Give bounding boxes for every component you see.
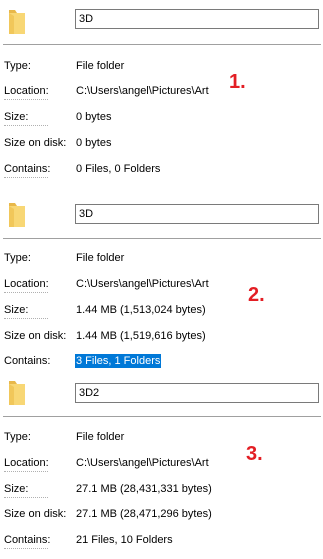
size-dotted-underline [4,125,48,126]
type-value[interactable]: File folder [76,430,124,444]
location-label: Location: [4,278,49,290]
contains-label: Contains: [4,163,51,175]
contains-label: Contains: [4,355,51,367]
location-dotted-underline [4,292,48,293]
contains-value[interactable]: 21 Files, 10 Folders [76,533,173,547]
size-value[interactable]: 0 bytes [76,110,111,124]
annotation-marker-1: 1. [229,71,246,93]
size-dotted-underline [4,497,48,498]
divider [3,416,321,417]
location-label: Location: [4,85,49,97]
type-label: Type: [4,431,31,443]
divider [3,44,321,45]
contains-dotted-underline [4,548,48,549]
size-label: Size: [4,111,29,123]
contains-value[interactable]: 0 Files, 0 Folders [76,162,160,176]
contains-dotted-underline [4,177,48,178]
properties-panel-3: 3D2 Type: File folder Location: C:\Users… [0,372,323,559]
divider [3,238,321,239]
folder-name-field[interactable]: 3D [75,9,319,29]
type-value[interactable]: File folder [76,251,124,265]
size-on-disk-label: Size on disk: [4,330,67,342]
type-label: Type: [4,252,31,264]
size-dotted-underline [4,318,48,319]
location-dotted-underline [4,99,48,100]
location-value[interactable]: C:\Users\angel\Pictures\Art [76,84,209,98]
folder-icon [8,200,26,228]
contains-value-selected[interactable]: 3 Files, 1 Folders [75,354,162,368]
location-label: Location: [4,457,49,469]
annotation-marker-2: 2. [248,284,265,306]
folder-name-field[interactable]: 3D2 [75,383,319,403]
location-dotted-underline [4,471,48,472]
folder-icon [8,378,26,406]
annotation-marker-3: 3. [246,443,263,465]
type-value[interactable]: File folder [76,59,124,73]
size-value[interactable]: 27.1 MB (28,431,331 bytes) [76,482,212,496]
location-value[interactable]: C:\Users\angel\Pictures\Art [76,456,209,470]
type-label: Type: [4,60,31,72]
folder-icon [8,7,26,35]
size-on-disk-value[interactable]: 1.44 MB (1,519,616 bytes) [76,329,206,343]
contains-label: Contains: [4,534,51,546]
properties-panel-2: 3D Type: File folder Location: C:\Users\… [0,186,323,372]
location-value[interactable]: C:\Users\angel\Pictures\Art [76,277,209,291]
folder-name-field[interactable]: 3D [75,204,319,224]
size-label: Size: [4,304,29,316]
size-on-disk-label: Size on disk: [4,137,67,149]
size-value[interactable]: 1.44 MB (1,513,024 bytes) [76,303,206,317]
size-on-disk-label: Size on disk: [4,508,67,520]
size-on-disk-value[interactable]: 27.1 MB (28,471,296 bytes) [76,507,212,521]
properties-panel-1: 3D Type: File folder Location: C:\Users\… [0,0,323,184]
size-on-disk-value[interactable]: 0 bytes [76,136,111,150]
size-label: Size: [4,483,29,495]
